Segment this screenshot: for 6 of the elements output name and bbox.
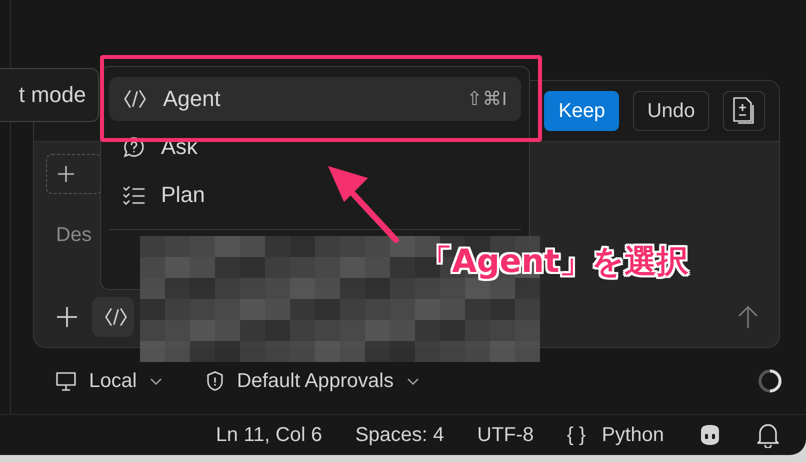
annotation-text: 「Agent」を選択 bbox=[420, 241, 688, 282]
menu-item-label: Agent bbox=[163, 86, 220, 112]
shortcut-label: ⇧⌘I bbox=[466, 88, 507, 111]
menu-item-label: Plan bbox=[161, 182, 206, 208]
tooltip: t mode bbox=[0, 68, 99, 122]
braces-icon: { } bbox=[566, 424, 586, 446]
